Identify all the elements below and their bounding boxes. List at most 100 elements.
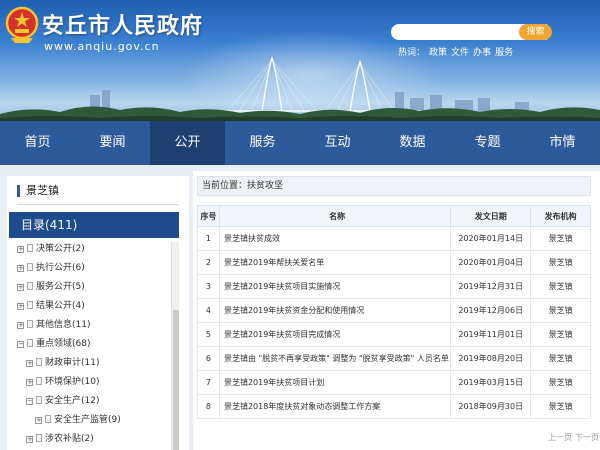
search-button[interactable]: 搜索 [519,24,552,40]
folder-icon [36,396,42,404]
row-number: 4 [197,298,220,323]
hotword-link[interactable]: 服务 [495,48,513,58]
hotword-link[interactable]: 文件 [451,48,469,58]
tree-item[interactable]: + 执行公开(6) [17,261,85,275]
expand-icon[interactable]: + [17,322,24,329]
folder-icon [27,301,33,309]
row-date: 2019年12月31日 [450,274,532,299]
catalog-header[interactable]: 目录(411) [9,212,179,238]
nav-news[interactable]: 要闻 [75,121,150,165]
tree-item[interactable]: − 重点领域(68) [17,337,90,351]
nav-topics[interactable]: 专题 [450,121,525,165]
nav-data[interactable]: 数据 [375,121,450,165]
row-name-link[interactable]: 景芝镇2018年度扶贫对象动态调整工作方案 [218,394,452,419]
tree-item-label: 环境保护(10) [45,377,100,387]
tree-item-label: 涉农补贴(2) [45,434,94,444]
row-date: 2020年01月04日 [450,250,532,275]
row-number: 5 [197,322,220,347]
row-name-link[interactable]: 景芝镇2019年扶贫项目完成情况 [218,322,452,347]
tree-item[interactable]: + 服务公开(5) [17,280,85,294]
tree-item[interactable]: + 决策公开(2) [17,242,85,256]
nav-home[interactable]: 首页 [0,121,75,165]
nav-service[interactable]: 服务 [225,121,300,165]
tree-item[interactable]: + 其他信息(11) [17,318,90,332]
prev-page-link[interactable]: 上一页 [548,433,572,442]
next-page-link[interactable]: 下一页 [575,433,599,442]
row-date: 2019年11月01日 [450,322,532,347]
site-title[interactable]: 安丘市人民政府 [42,8,203,40]
row-number: 8 [197,394,220,419]
tree-item[interactable]: − 安全生产(12) [26,394,99,408]
tree-item-label: 决策公开(2) [36,244,85,254]
row-org: 景芝镇 [530,274,591,299]
nav-interact[interactable]: 互动 [300,121,375,165]
row-number: 2 [197,250,220,275]
expand-icon[interactable]: + [35,417,42,424]
folder-icon [36,377,42,385]
table-row[interactable]: 5 景芝镇2019年扶贫项目完成情况 2019年11月01日 景芝镇 [197,322,591,347]
breadcrumb: 当前位置：扶贫攻坚 [197,176,591,196]
nav-public[interactable]: 公开 [150,121,225,165]
row-name-link[interactable]: 景芝镇2019年扶贫项目计划 [218,370,452,395]
row-number: 3 [197,274,220,299]
hotwords: 热词： 政策 文件 办事 服务 [398,45,517,58]
row-date: 2019年12月06日 [450,298,532,323]
row-date: 2020年01月14日 [450,226,532,251]
tree-item-label: 服务公开(5) [36,282,85,292]
expand-icon[interactable]: + [26,436,33,443]
tree-item[interactable]: + 涉农补贴(2) [26,432,94,446]
row-org: 景芝镇 [530,370,591,395]
expand-icon[interactable]: + [17,303,24,310]
tree-item-label: 财政审计(11) [45,358,100,368]
main-nav: 首页 要闻 公开 服务 互动 数据 专题 市情 [0,121,600,165]
expand-icon[interactable]: + [17,246,24,253]
row-date: 2019年03月15日 [450,370,532,395]
table-row[interactable]: 8 景芝镇2018年度扶贫对象动态调整工作方案 2018年09月30日 景芝镇 [197,394,591,419]
nav-city-info[interactable]: 市情 [525,121,600,165]
hotword-link[interactable]: 政策 [429,48,447,58]
row-name-link[interactable]: 景芝镇2019年帮扶关爱名单 [218,250,452,275]
row-name-link[interactable]: 景芝镇由 "脱贫不再享受政策" 调整为 "脱贫享受政策" 人员名单 [218,346,452,371]
hotwords-label: 热词： [398,48,426,58]
collapse-icon[interactable]: − [17,341,24,348]
row-date: 2018年09月30日 [450,394,532,419]
tree-item-label: 执行公开(6) [36,263,85,273]
expand-icon[interactable]: + [17,265,24,272]
table-row[interactable]: 1 景芝镇扶贫成效 2020年01月14日 景芝镇 [197,226,591,251]
tree-item[interactable]: + 结果公开(4) [17,299,85,313]
tree-item[interactable]: + 环境保护(10) [26,375,99,389]
row-org: 景芝镇 [530,346,591,371]
site-header: 安丘市人民政府 www.anqiu.gov.cn 搜索 热词： 政策 文件 办事 服务 [0,0,600,121]
hotword-link[interactable]: 办事 [473,48,491,58]
row-org: 景芝镇 [530,226,591,251]
col-header-date: 发文日期 [450,205,532,227]
folder-icon [36,358,42,366]
row-name-link[interactable]: 景芝镇扶贫成效 [218,226,452,251]
scrollbar-thumb[interactable] [173,310,179,450]
row-date: 2019年08月20日 [450,346,532,371]
col-header-name: 名称 [218,205,452,227]
row-name-link[interactable]: 景芝镇2019年扶贫项目实施情况 [218,274,452,299]
expand-icon[interactable]: + [17,284,24,291]
folder-icon [36,434,42,442]
table-row[interactable]: 6 景芝镇由 "脱贫不再享受政策" 调整为 "脱贫享受政策" 人员名单 2019年0… [197,346,591,371]
row-number: 6 [197,346,220,371]
table-row[interactable]: 3 景芝镇2019年扶贫项目实施情况 2019年12月31日 景芝镇 [197,274,591,299]
sidebar-scrollbar[interactable] [171,242,179,450]
tree-item-label: 安全生产(12) [45,396,100,406]
sidebar-title: 景芝镇 [17,185,59,197]
tree-item[interactable]: + 安全生产监管(9) [35,413,121,427]
row-org: 景芝镇 [530,394,591,419]
table-row[interactable]: 4 景芝镇2019年扶贫资金分配和使用情况 2019年12月06日 景芝镇 [197,298,591,323]
row-org: 景芝镇 [530,250,591,275]
col-header-org: 发布机构 [530,205,591,227]
expand-icon[interactable]: + [26,360,33,367]
site-url: www.anqiu.gov.cn [44,40,160,53]
expand-icon[interactable]: + [26,379,33,386]
table-row[interactable]: 7 景芝镇2019年扶贫项目计划 2019年03月15日 景芝镇 [197,370,591,395]
folder-icon [27,244,33,252]
table-row[interactable]: 2 景芝镇2019年帮扶关爱名单 2020年01月04日 景芝镇 [197,250,591,275]
tree-item[interactable]: + 财政审计(11) [26,356,99,370]
row-name-link[interactable]: 景芝镇2019年扶贫资金分配和使用情况 [218,298,452,323]
collapse-icon[interactable]: − [26,398,33,405]
